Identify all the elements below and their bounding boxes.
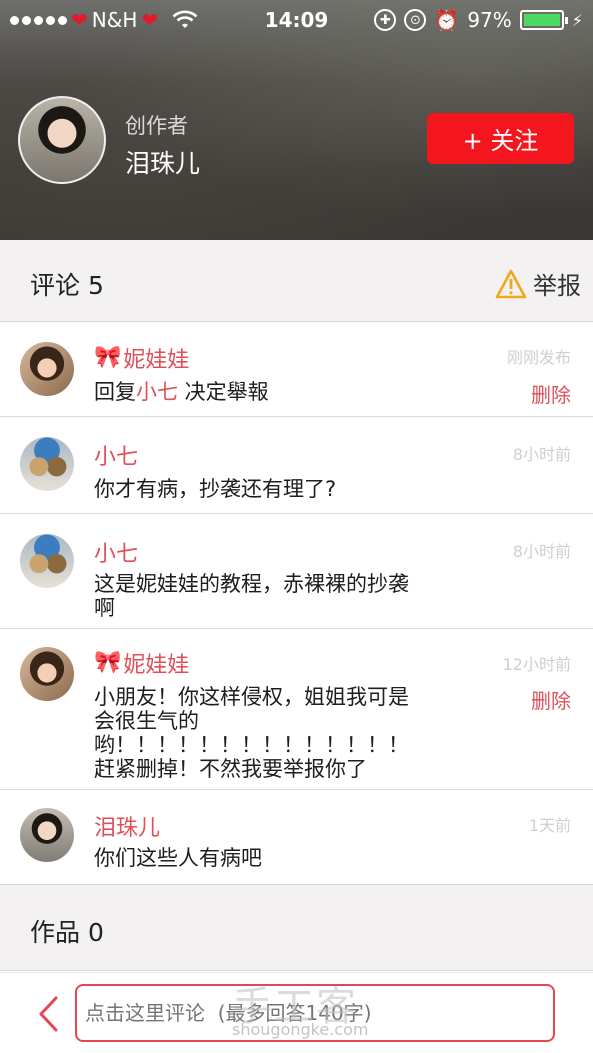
- follow-button[interactable]: + 关注: [427, 113, 574, 164]
- battery-percent: 97%: [467, 8, 512, 32]
- delete-button[interactable]: 删除: [531, 379, 571, 408]
- comment-time: 1天前: [528, 816, 571, 835]
- commenter-name-text: 妮娃娃: [123, 348, 190, 373]
- page: ❤ N&H ❤ 14:09 ✚ ⊙ ⏰ 97% ⚡ 创作者 泪珠儿 + 关注 评…: [0, 0, 593, 1053]
- watermark-url: shougongke.com: [232, 1020, 369, 1039]
- commenter-name[interactable]: 🎀 妮娃娃: [94, 647, 189, 679]
- report-label: 举报: [533, 272, 581, 300]
- report-button[interactable]: 举报: [495, 266, 581, 301]
- delete-button[interactable]: 删除: [531, 685, 571, 714]
- rotation-lock-icon: ⊙: [404, 9, 427, 31]
- comment-line: 哟！！！！！！！！！！！！！！: [94, 733, 409, 757]
- commenter-avatar[interactable]: [20, 437, 74, 491]
- comment-line: 小朋友！你这样侵权，姐姐我可是: [94, 685, 409, 709]
- status-bar: ❤ N&H ❤ 14:09 ✚ ⊙ ⏰ 97% ⚡: [0, 0, 593, 40]
- commenter-name[interactable]: 小七: [94, 536, 138, 568]
- comment-line: 赶紧删掉！不然我要举报你了: [94, 757, 367, 781]
- comment-time: 8小时前: [512, 445, 571, 464]
- warning-icon: [495, 269, 527, 298]
- works-header: 作品 0: [0, 885, 593, 971]
- reply-prefix: 回复: [94, 380, 136, 404]
- comment-text: 你才有病，抄袭还有理了?: [94, 477, 337, 501]
- comment-item: 小七 8小时前 这是妮娃娃的教程，赤裸裸的抄袭 啊: [0, 514, 593, 629]
- location-icon: ✚: [374, 9, 397, 31]
- bow-icon: 🎀: [94, 650, 122, 675]
- reply-text: 决定舉報: [178, 380, 269, 404]
- comment-text: 小朋友！你这样侵权，姐姐我可是 会很生气的 哟！！！！！！！！！！！！！！ 赶紧…: [94, 685, 474, 781]
- commenter-avatar[interactable]: [20, 647, 74, 701]
- commenter-avatar[interactable]: [20, 808, 74, 862]
- comment-text: 回复小七 决定舉報: [94, 380, 474, 404]
- bow-icon: 🎀: [94, 345, 122, 370]
- comment-item: 泪珠儿 1天前 你们这些人有病吧: [0, 790, 593, 885]
- comment-line: 啊: [94, 596, 115, 620]
- author-role: 创作者: [125, 114, 188, 138]
- comment-text: 这是妮娃娃的教程，赤裸裸的抄袭 啊: [94, 572, 474, 620]
- charging-icon: ⚡: [571, 10, 583, 30]
- author-name[interactable]: 泪珠儿: [125, 144, 200, 180]
- comment-time: 8小时前: [512, 542, 571, 561]
- commenter-name[interactable]: 小七: [94, 439, 138, 471]
- battery-icon: [519, 10, 568, 30]
- comment-line: 这是妮娃娃的教程，赤裸裸的抄袭: [94, 572, 409, 596]
- commenter-name-text: 妮娃娃: [123, 653, 190, 678]
- comment-item: 🎀 妮娃娃 刚刚发布 删除 回复小七 决定舉報: [0, 322, 593, 417]
- author-avatar[interactable]: [18, 96, 106, 184]
- comments-header: 评论 5 举报: [0, 240, 593, 322]
- commenter-avatar[interactable]: [20, 534, 74, 588]
- comment-item: 小七 8小时前 你才有病，抄袭还有理了?: [0, 417, 593, 514]
- comment-item: 🎀 妮娃娃 12小时前 删除 小朋友！你这样侵权，姐姐我可是 会很生气的 哟！！…: [0, 629, 593, 790]
- comment-time: 12小时前: [502, 655, 571, 674]
- comment-text: 你们这些人有病吧: [94, 846, 262, 870]
- back-chevron-icon[interactable]: [36, 995, 60, 1033]
- commenter-avatar[interactable]: [20, 342, 74, 396]
- commenter-name[interactable]: 🎀 妮娃娃: [94, 342, 189, 374]
- commenter-name[interactable]: 泪珠儿: [94, 810, 160, 842]
- comment-time: 刚刚发布: [506, 348, 571, 367]
- comment-line: 会很生气的: [94, 709, 199, 733]
- mention-link[interactable]: 小七: [136, 380, 178, 404]
- works-count: 作品 0: [30, 918, 104, 947]
- alarm-icon: ⏰: [434, 8, 460, 32]
- comments-count: 评论 5: [30, 271, 104, 300]
